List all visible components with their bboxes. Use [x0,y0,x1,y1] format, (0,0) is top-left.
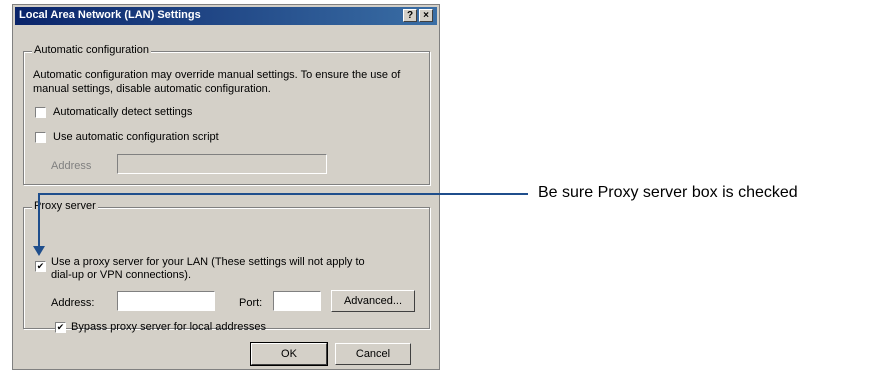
ok-button[interactable]: OK [250,342,328,366]
auto-config-description-line1: Automatic configuration may override man… [33,69,401,81]
auto-config-description-line2: manual settings, disable automatic confi… [33,83,271,95]
automatic-configuration-label: Automatic configuration [32,44,151,56]
title-bar[interactable]: Local Area Network (LAN) Settings ? × [15,7,437,25]
proxy-server-label: Proxy server [32,200,98,212]
cancel-button[interactable]: Cancel [335,343,411,365]
config-script-checkbox[interactable] [35,132,46,143]
detect-settings-label[interactable]: Automatically detect settings [53,106,192,118]
callout-text: Be sure Proxy server box is checked [538,184,798,201]
callout-arrow-icon [33,246,45,256]
callout-line-vertical [38,193,40,246]
script-address-field[interactable] [117,154,327,174]
help-button[interactable]: ? [403,9,417,22]
bypass-local-label[interactable]: Bypass proxy server for local addresses [71,321,266,333]
use-proxy-label-line1[interactable]: Use a proxy server for your LAN (These s… [51,256,365,268]
proxy-address-field[interactable] [117,291,215,311]
script-address-label: Address [51,160,92,172]
lan-settings-dialog: Local Area Network (LAN) Settings ? × Au… [12,4,440,370]
detect-settings-checkbox[interactable] [35,107,46,118]
proxy-address-label: Address: [51,297,95,309]
callout-line-horizontal [38,193,528,195]
close-button[interactable]: × [419,9,433,22]
use-proxy-label-line2[interactable]: dial-up or VPN connections). [51,269,191,281]
use-proxy-checkbox[interactable]: ✔ [35,261,46,272]
proxy-port-field[interactable] [273,291,321,311]
bypass-local-checkbox[interactable]: ✔ [55,322,66,333]
dialog-title: Local Area Network (LAN) Settings [19,9,201,21]
config-script-label[interactable]: Use automatic configuration script [53,131,219,143]
advanced-button[interactable]: Advanced... [331,290,415,312]
proxy-port-label: Port: [239,297,263,309]
